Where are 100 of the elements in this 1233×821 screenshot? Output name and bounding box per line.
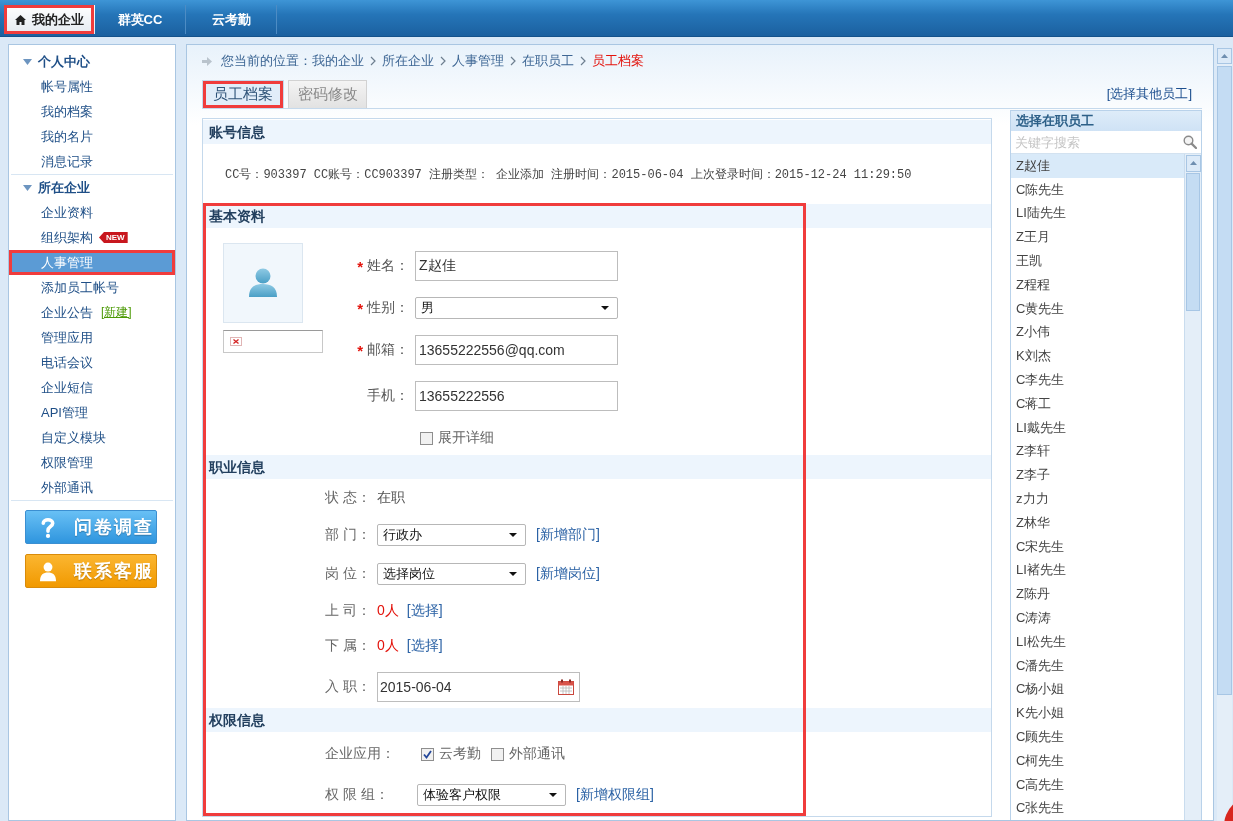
- breadcrumb-link[interactable]: 在职员工: [522, 52, 574, 70]
- sidebar-item[interactable]: 权限管理: [9, 450, 175, 475]
- employee-item[interactable]: C顾先生: [1011, 725, 1184, 749]
- calendar-icon[interactable]: [558, 679, 574, 695]
- employee-item[interactable]: LI陆先生: [1011, 201, 1184, 226]
- photo-upload-box[interactable]: [223, 330, 323, 353]
- sidebar-item[interactable]: 管理应用: [9, 325, 175, 350]
- chevron-icon: [510, 56, 516, 66]
- avatar-icon: [249, 268, 277, 298]
- search-icon[interactable]: [1183, 135, 1197, 149]
- sidebar-item[interactable]: 企业公告: [9, 300, 99, 325]
- scrollbar-thumb[interactable]: [1217, 66, 1232, 695]
- employee-item[interactable]: C黄先生: [1011, 296, 1184, 321]
- tab[interactable]: 员工档案: [202, 80, 284, 108]
- action-link[interactable]: [选择]: [406, 637, 443, 655]
- employee-item[interactable]: Z陈丹: [1011, 582, 1184, 607]
- employee-item[interactable]: Z程程: [1011, 273, 1184, 297]
- action-link[interactable]: [选择]: [406, 602, 443, 620]
- chevron-icon: [580, 56, 586, 66]
- sidebar-item[interactable]: 我的档案: [9, 99, 175, 124]
- text-input[interactable]: Z赵佳: [415, 251, 618, 281]
- sidebar-item[interactable]: 组织架构: [9, 225, 99, 250]
- employee-item[interactable]: C宋先生: [1011, 534, 1184, 559]
- employee-item[interactable]: Z小伟: [1011, 320, 1184, 345]
- employee-item[interactable]: K刘杰: [1011, 344, 1184, 369]
- count-value: 0人: [377, 637, 399, 655]
- sidebar-item[interactable]: 帐号属性: [9, 74, 175, 99]
- dropdown[interactable]: 行政办: [377, 524, 526, 546]
- breadcrumb-link[interactable]: 我的企业: [312, 52, 364, 70]
- employee-item[interactable]: C杨小姐: [1011, 677, 1184, 702]
- employee-item[interactable]: z力力: [1011, 487, 1184, 511]
- field-label: 下 属：: [325, 637, 372, 655]
- checkbox[interactable]: [491, 747, 504, 761]
- scroll-up-icon[interactable]: [1185, 155, 1201, 172]
- section-header: 职业信息: [203, 455, 991, 479]
- field-label: 企业应用：: [325, 745, 396, 763]
- employee-item[interactable]: C陈先生: [1011, 177, 1184, 202]
- field-value: 在职: [377, 489, 405, 507]
- sidebar-item[interactable]: 企业短信: [9, 375, 175, 400]
- employee-item[interactable]: C张先生: [1011, 796, 1184, 820]
- breadcrumb-link[interactable]: 人事管理: [452, 52, 504, 70]
- employee-item[interactable]: C潘先生: [1011, 653, 1184, 678]
- action-link[interactable]: [新增权限组]: [576, 786, 654, 804]
- sidebar-item[interactable]: 外部通讯: [9, 475, 175, 500]
- arrow-icon: [202, 56, 212, 66]
- scrollbar-thumb[interactable]: [1186, 173, 1200, 311]
- nav-tab[interactable]: 我的企业: [4, 5, 95, 34]
- employee-item[interactable]: LI褚先生: [1011, 558, 1184, 583]
- employee-item[interactable]: Z李轩: [1011, 439, 1184, 464]
- sidebar-item[interactable]: 我的名片: [9, 124, 175, 149]
- section-header: 权限信息: [203, 708, 991, 732]
- text-input[interactable]: 13655222556: [415, 381, 618, 411]
- caret-icon: [509, 572, 517, 576]
- broken-image-icon: [230, 337, 242, 346]
- employee-item[interactable]: K先小姐: [1011, 701, 1184, 726]
- checkbox-label: 云考勤: [439, 745, 481, 763]
- create-link[interactable]: [新建]: [101, 304, 132, 321]
- employee-item[interactable]: 王凯: [1011, 249, 1184, 273]
- caret-icon: [509, 533, 517, 537]
- employee-item[interactable]: Z赵佳: [1011, 154, 1184, 178]
- employee-item[interactable]: C李先生: [1011, 368, 1184, 392]
- breadcrumb-link[interactable]: 所在企业: [382, 52, 434, 70]
- field-label: 姓名：: [367, 257, 409, 275]
- employee-item[interactable]: LI戴先生: [1011, 415, 1184, 440]
- nav-tab[interactable]: 云考勤: [186, 5, 277, 34]
- employee-item[interactable]: C蒋工: [1011, 391, 1184, 416]
- employee-item[interactable]: C柯先生: [1011, 748, 1184, 773]
- sidebar-item[interactable]: 添加员工帐号: [9, 275, 175, 300]
- dropdown[interactable]: 男: [415, 297, 618, 319]
- employee-item[interactable]: C高先生: [1011, 772, 1184, 797]
- employee-item[interactable]: Z林华: [1011, 510, 1184, 535]
- checkbox[interactable]: [421, 747, 434, 761]
- required-mark: *: [357, 257, 363, 275]
- employee-item[interactable]: LI松先生: [1011, 629, 1184, 654]
- employee-item[interactable]: C涛涛: [1011, 606, 1184, 630]
- sidebar-item[interactable]: 电话会议: [9, 350, 175, 375]
- scrollbar-track[interactable]: [1184, 154, 1201, 820]
- nav-tab[interactable]: 群英CC: [95, 5, 186, 34]
- scroll-up-icon[interactable]: [1217, 48, 1232, 64]
- other-employee-link[interactable]: [选择其他员工]: [1106, 85, 1192, 103]
- field-label: 邮箱：: [367, 341, 409, 359]
- sidebar-item[interactable]: API管理: [9, 400, 175, 425]
- date-input[interactable]: 2015-06-04: [377, 672, 580, 702]
- employee-item[interactable]: Z李子: [1011, 463, 1184, 488]
- sidebar-group-header[interactable]: 所在企业: [9, 175, 175, 200]
- action-link[interactable]: [新增部门]: [536, 526, 600, 544]
- sidebar-group-header[interactable]: 个人中心: [9, 49, 175, 74]
- text-input[interactable]: 13655222556@qq.com: [415, 335, 618, 365]
- dropdown[interactable]: 体验客户权限: [417, 784, 566, 806]
- scrollbar-track[interactable]: [1217, 48, 1232, 821]
- question-icon: [40, 516, 56, 538]
- sidebar-item[interactable]: 自定义模块: [9, 425, 175, 450]
- action-link[interactable]: [新增岗位]: [536, 565, 600, 583]
- field-label: 部 门：: [325, 526, 372, 544]
- field-label: 岗 位：: [325, 565, 372, 583]
- checkbox[interactable]: [420, 431, 433, 445]
- sidebar-item[interactable]: 企业资料: [9, 200, 175, 225]
- employee-item[interactable]: Z王月: [1011, 225, 1184, 250]
- dropdown[interactable]: 选择岗位: [377, 563, 526, 585]
- sidebar-item[interactable]: 消息记录: [9, 149, 175, 174]
